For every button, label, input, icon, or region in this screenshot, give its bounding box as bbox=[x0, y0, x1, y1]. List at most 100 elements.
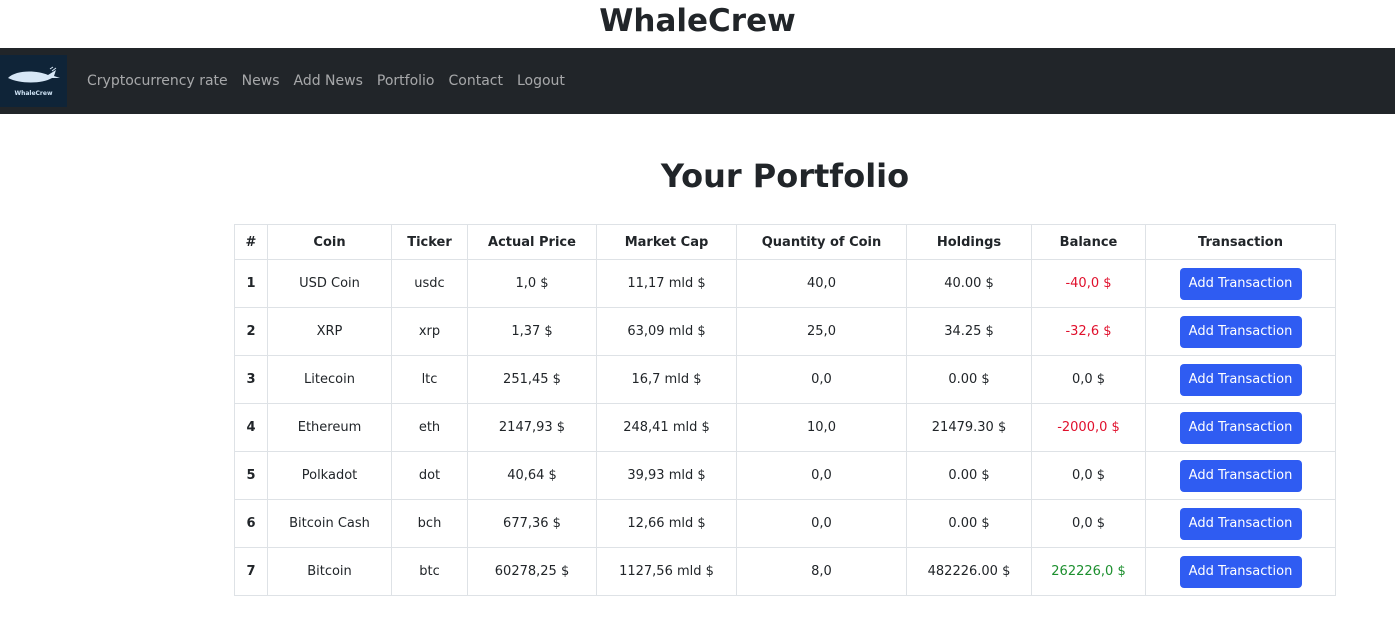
cell-balance: 0,0 $ bbox=[1031, 499, 1146, 548]
col-header-transaction: Transaction bbox=[1145, 224, 1336, 260]
cell-holdings: 0.00 $ bbox=[906, 451, 1032, 500]
col-header-number: # bbox=[234, 224, 268, 260]
cell-coin: Bitcoin bbox=[267, 547, 392, 596]
cell-balance: 0,0 $ bbox=[1031, 451, 1146, 500]
cell-holdings: 0.00 $ bbox=[906, 355, 1032, 404]
col-header-coin: Coin bbox=[267, 224, 392, 260]
nav-contact[interactable]: Contact bbox=[448, 71, 502, 91]
col-header-balance: Balance bbox=[1031, 224, 1146, 260]
table-row: 7 Bitcoin btc 60278,25 $1127,56 mld $8,0 482… bbox=[234, 547, 1336, 596]
col-header-actual-price: Actual Price bbox=[467, 224, 597, 260]
cell-transaction: Add Transaction bbox=[1145, 451, 1336, 500]
nav-add-news[interactable]: Add News bbox=[294, 71, 363, 91]
cell-balance: -32,6 $ bbox=[1031, 307, 1146, 356]
cell-ticker: xrp bbox=[391, 307, 468, 356]
portfolio-table: # Coin Ticker Actual Price Market Cap Quantit… bbox=[234, 224, 1336, 596]
cell-transaction: Add Transaction bbox=[1145, 259, 1336, 308]
cell-market-cap: 12,66 mld $ bbox=[596, 499, 737, 548]
cell-coin: Ethereum bbox=[267, 403, 392, 452]
cell-number: 6 bbox=[234, 499, 268, 548]
table-row: 4 Ethereum eth 2147,93 $248,41 mld $10,0 214… bbox=[234, 403, 1336, 452]
table-row: 1 USD Coin usdc 1,0 $11,17 mld $40,0 40.00 $… bbox=[234, 259, 1336, 308]
add-transaction-button[interactable]: Add Transaction bbox=[1179, 315, 1302, 348]
cell-balance: -2000,0 $ bbox=[1031, 403, 1146, 452]
cell-market-cap: 11,17 mld $ bbox=[596, 259, 737, 308]
cell-balance: -40,0 $ bbox=[1031, 259, 1146, 308]
cell-holdings: 21479.30 $ bbox=[906, 403, 1032, 452]
add-transaction-button[interactable]: Add Transaction bbox=[1179, 267, 1302, 300]
navbar: WhaleCrew Cryptocurrency rate News Add N… bbox=[0, 48, 1395, 114]
cell-number: 1 bbox=[234, 259, 268, 308]
cell-coin: USD Coin bbox=[267, 259, 392, 308]
cell-quantity: 25,0 bbox=[736, 307, 907, 356]
cell-number: 3 bbox=[234, 355, 268, 404]
col-header-market-cap: Market Cap bbox=[596, 224, 737, 260]
cell-coin: Polkadot bbox=[267, 451, 392, 500]
cell-transaction: Add Transaction bbox=[1145, 403, 1336, 452]
add-transaction-button[interactable]: Add Transaction bbox=[1179, 411, 1302, 444]
cell-transaction: Add Transaction bbox=[1145, 355, 1336, 404]
cell-actual-price: 2147,93 $ bbox=[467, 403, 597, 452]
cell-actual-price: 1,0 $ bbox=[467, 259, 597, 308]
add-transaction-button[interactable]: Add Transaction bbox=[1179, 363, 1302, 396]
cell-balance: 0,0 $ bbox=[1031, 355, 1146, 404]
whale-icon bbox=[7, 66, 60, 82]
cell-number: 7 bbox=[234, 547, 268, 596]
table-row: 2 XRP xrp 1,37 $63,09 mld $25,0 34.25 $ -32,6… bbox=[234, 307, 1336, 356]
cell-market-cap: 248,41 mld $ bbox=[596, 403, 737, 452]
cell-balance: 262226,0 $ bbox=[1031, 547, 1146, 596]
portfolio-table-container: # Coin Ticker Actual Price Market Cap Quantit… bbox=[234, 224, 1336, 596]
table-row: 3 Litecoin ltc 251,45 $16,7 mld $0,0 0.00 $0… bbox=[234, 355, 1336, 404]
cell-market-cap: 63,09 mld $ bbox=[596, 307, 737, 356]
nav-news[interactable]: News bbox=[242, 71, 280, 91]
cell-coin: Litecoin bbox=[267, 355, 392, 404]
nav-cryptocurrency-rate[interactable]: Cryptocurrency rate bbox=[87, 71, 228, 91]
cell-market-cap: 16,7 mld $ bbox=[596, 355, 737, 404]
table-row: 5 Polkadot dot 40,64 $39,93 mld $0,0 0.00 $0… bbox=[234, 451, 1336, 500]
cell-quantity: 40,0 bbox=[736, 259, 907, 308]
cell-actual-price: 1,37 $ bbox=[467, 307, 597, 356]
nav-logout[interactable]: Logout bbox=[517, 71, 565, 91]
col-header-quantity: Quantity of Coin bbox=[736, 224, 907, 260]
nav-portfolio[interactable]: Portfolio bbox=[377, 71, 435, 91]
table-row: 6 Bitcoin Cash bch 677,36 $12,66 mld $0,0 0.… bbox=[234, 499, 1336, 548]
cell-number: 5 bbox=[234, 451, 268, 500]
cell-actual-price: 60278,25 $ bbox=[467, 547, 597, 596]
cell-coin: XRP bbox=[267, 307, 392, 356]
cell-quantity: 0,0 bbox=[736, 499, 907, 548]
brand-logo[interactable]: WhaleCrew bbox=[0, 55, 67, 107]
cell-ticker: eth bbox=[391, 403, 468, 452]
cell-ticker: dot bbox=[391, 451, 468, 500]
table-body: 1 USD Coin usdc 1,0 $11,17 mld $40,0 40.00 $… bbox=[234, 259, 1336, 596]
cell-actual-price: 677,36 $ bbox=[467, 499, 597, 548]
cell-actual-price: 40,64 $ bbox=[467, 451, 597, 500]
cell-ticker: usdc bbox=[391, 259, 468, 308]
add-transaction-button[interactable]: Add Transaction bbox=[1179, 507, 1302, 540]
cell-number: 2 bbox=[234, 307, 268, 356]
cell-ticker: bch bbox=[391, 499, 468, 548]
cell-coin: Bitcoin Cash bbox=[267, 499, 392, 548]
cell-holdings: 0.00 $ bbox=[906, 499, 1032, 548]
nav-links: Cryptocurrency rate News Add News Portfo… bbox=[87, 71, 579, 91]
add-transaction-button[interactable]: Add Transaction bbox=[1179, 555, 1302, 588]
table-header-row: # Coin Ticker Actual Price Market Cap Quantit… bbox=[234, 224, 1336, 260]
cell-holdings: 482226.00 $ bbox=[906, 547, 1032, 596]
cell-ticker: btc bbox=[391, 547, 468, 596]
cell-quantity: 10,0 bbox=[736, 403, 907, 452]
add-transaction-button[interactable]: Add Transaction bbox=[1179, 459, 1302, 492]
cell-ticker: ltc bbox=[391, 355, 468, 404]
cell-holdings: 40.00 $ bbox=[906, 259, 1032, 308]
cell-actual-price: 251,45 $ bbox=[467, 355, 597, 404]
col-header-ticker: Ticker bbox=[391, 224, 468, 260]
cell-holdings: 34.25 $ bbox=[906, 307, 1032, 356]
brand-logo-text: WhaleCrew bbox=[14, 89, 53, 97]
cell-transaction: Add Transaction bbox=[1145, 307, 1336, 356]
col-header-holdings: Holdings bbox=[906, 224, 1032, 260]
cell-transaction: Add Transaction bbox=[1145, 499, 1336, 548]
page-heading: Your Portfolio bbox=[660, 157, 910, 195]
cell-market-cap: 39,93 mld $ bbox=[596, 451, 737, 500]
cell-transaction: Add Transaction bbox=[1145, 547, 1336, 596]
cell-quantity: 0,0 bbox=[736, 451, 907, 500]
cell-market-cap: 1127,56 mld $ bbox=[596, 547, 737, 596]
cell-quantity: 8,0 bbox=[736, 547, 907, 596]
